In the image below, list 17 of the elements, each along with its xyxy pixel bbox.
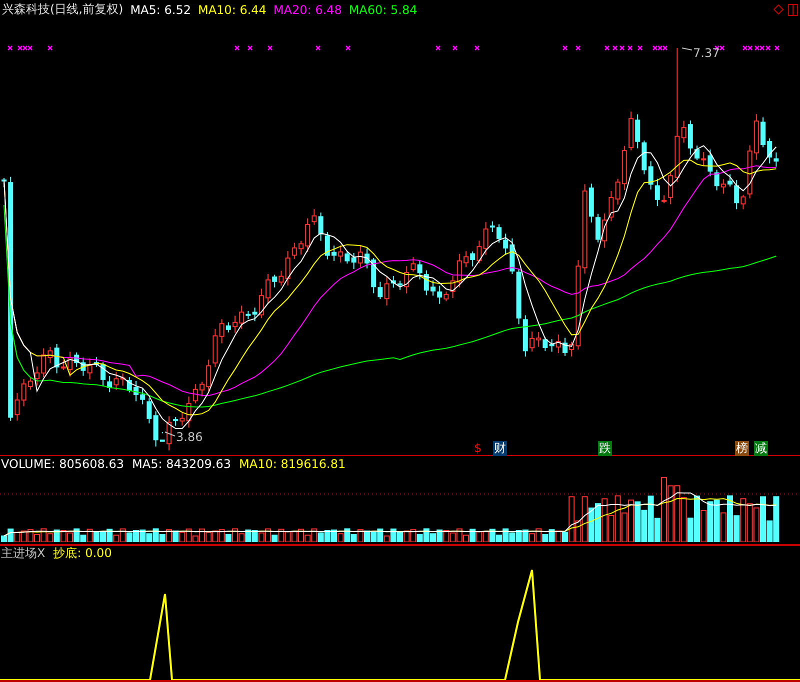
moving-average-reading: MA10: 6.44: [198, 2, 266, 17]
event-tag[interactable]: 榜: [735, 440, 749, 456]
event-tag[interactable]: 财: [493, 440, 507, 456]
dollar-symbol[interactable]: $: [473, 440, 483, 456]
event-tag[interactable]: 跌: [598, 440, 612, 456]
volume-reading: VOLUME: 805608.63: [1, 457, 124, 472]
low-price-label: 3.86: [176, 430, 203, 444]
volume-average-reading: MA5: 843209.63: [132, 457, 232, 472]
high-price-label: 7.37: [693, 46, 720, 60]
indicator-name: 主进场X: [1, 545, 46, 562]
stock-title: 兴森科技(日线,前复权): [2, 1, 124, 18]
bottom-signal-reading: 抄底: 0.00: [53, 545, 112, 562]
volume-average-reading: MA10: 819616.81: [239, 457, 346, 472]
event-tag[interactable]: 减: [754, 440, 768, 456]
moving-average-reading: MA60: 5.84: [348, 2, 418, 17]
moving-average-reading: MA20: 6.48: [273, 2, 342, 17]
moving-average-reading: MA5: 6.52: [130, 2, 191, 17]
